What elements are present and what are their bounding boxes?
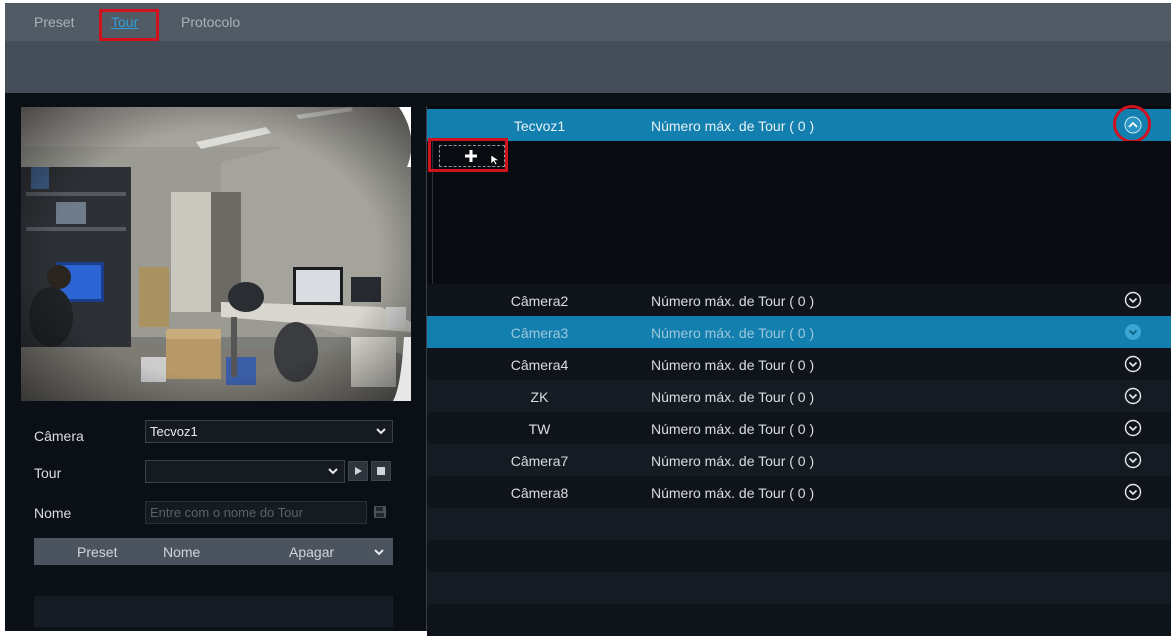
tab-preset[interactable]: Preset [34, 14, 74, 30]
tour-select[interactable] [145, 460, 345, 483]
chevron-down-icon[interactable] [1124, 291, 1142, 309]
max-tour-text: Número máx. de Tour ( 0 ) [651, 118, 815, 134]
chevron-down-icon[interactable] [1124, 323, 1142, 341]
max-tour-text: Número máx. de Tour ( 0 ) [651, 421, 815, 437]
chevron-down-icon[interactable] [1124, 451, 1142, 469]
camera-row-camera2[interactable]: Câmera2 Número máx. de Tour ( 0 ) [427, 284, 1171, 316]
tour-name-input[interactable]: Entre com o nome do Tour [145, 501, 367, 524]
camera-select-value: Tecvoz1 [150, 424, 198, 439]
chevron-down-icon[interactable] [1124, 387, 1142, 405]
tour-name-placeholder: Entre com o nome do Tour [150, 505, 303, 520]
empty-row [427, 508, 1171, 540]
stop-button[interactable] [371, 461, 391, 481]
play-button[interactable] [348, 461, 368, 481]
chevron-down-icon [376, 428, 386, 435]
camera-name: Câmera8 [510, 485, 569, 501]
camera-name: Câmera2 [510, 293, 569, 309]
camera-row-zk[interactable]: ZK Número máx. de Tour ( 0 ) [427, 380, 1171, 412]
camera-row-tw[interactable]: TW Número máx. de Tour ( 0 ) [427, 412, 1171, 444]
table-row [34, 565, 393, 596]
camera-name: Câmera3 [510, 325, 569, 341]
empty-row [427, 572, 1171, 604]
max-tour-text: Número máx. de Tour ( 0 ) [651, 293, 815, 309]
camera-row-camera4[interactable]: Câmera4 Número máx. de Tour ( 0 ) [427, 348, 1171, 380]
empty-row [427, 540, 1171, 572]
left-panel: Câmera Tecvoz1 Tour Nome Entre com o nom… [5, 93, 415, 631]
camera-tour-list: Tecvoz1 Número máx. de Tour ( 0 ) Câmera [426, 105, 1171, 636]
camera-name: Câmera4 [510, 357, 569, 373]
max-tour-text: Número máx. de Tour ( 0 ) [651, 453, 815, 469]
chevron-down-icon[interactable] [1124, 483, 1142, 501]
max-tour-text: Número máx. de Tour ( 0 ) [651, 325, 815, 341]
chevron-down-icon[interactable] [1124, 355, 1142, 373]
table-row [34, 596, 393, 627]
preset-table-header: Preset Nome Apagar [34, 538, 393, 565]
header-preset: Preset [77, 544, 118, 560]
camera-preview [21, 107, 411, 401]
preset-table: Preset Nome Apagar [34, 538, 393, 631]
camera-row-camera7[interactable]: Câmera7 Número máx. de Tour ( 0 ) [427, 444, 1171, 476]
camera-row-camera3[interactable]: Câmera3 Número máx. de Tour ( 0 ) [427, 316, 1171, 348]
camera-name: TW [528, 421, 551, 437]
sub-toolbar [5, 41, 1171, 93]
play-icon [355, 467, 362, 475]
header-apagar: Apagar [289, 544, 335, 560]
max-tour-text: Número máx. de Tour ( 0 ) [651, 389, 815, 405]
empty-row [427, 604, 1171, 636]
app-window: Preset Tour Protocolo Câmera Tecvoz1 Tou… [5, 3, 1171, 636]
max-tour-text: Número máx. de Tour ( 0 ) [651, 357, 815, 373]
max-tour-text: Número máx. de Tour ( 0 ) [651, 485, 815, 501]
chevron-down-icon[interactable] [373, 546, 385, 558]
tab-bar: Preset Tour Protocolo [5, 3, 1171, 41]
tour-expand-area [432, 141, 1171, 285]
camera-row-tecvoz1[interactable]: Tecvoz1 Número máx. de Tour ( 0 ) [427, 105, 1171, 143]
tab-protocolo[interactable]: Protocolo [181, 14, 240, 30]
collapse-highlight-circle [1113, 105, 1151, 143]
camera-row-camera8[interactable]: Câmera8 Número máx. de Tour ( 0 ) [427, 476, 1171, 508]
camera-select[interactable]: Tecvoz1 [145, 420, 393, 443]
save-icon[interactable] [373, 505, 387, 519]
camera-preview-image [21, 107, 411, 401]
header-nome: Nome [163, 544, 201, 560]
stop-icon [377, 467, 385, 475]
camera-name: Câmera7 [510, 453, 569, 469]
camera-name: ZK [530, 389, 549, 405]
chevron-down-icon[interactable] [1124, 419, 1142, 437]
camera-label: Câmera [34, 428, 84, 444]
camera-name: Tecvoz1 [513, 118, 566, 134]
add-tour-highlight-box [428, 138, 508, 172]
tour-label: Tour [34, 465, 62, 481]
tab-highlight-box [99, 9, 159, 41]
chevron-down-icon [328, 468, 338, 475]
name-label: Nome [34, 505, 72, 521]
